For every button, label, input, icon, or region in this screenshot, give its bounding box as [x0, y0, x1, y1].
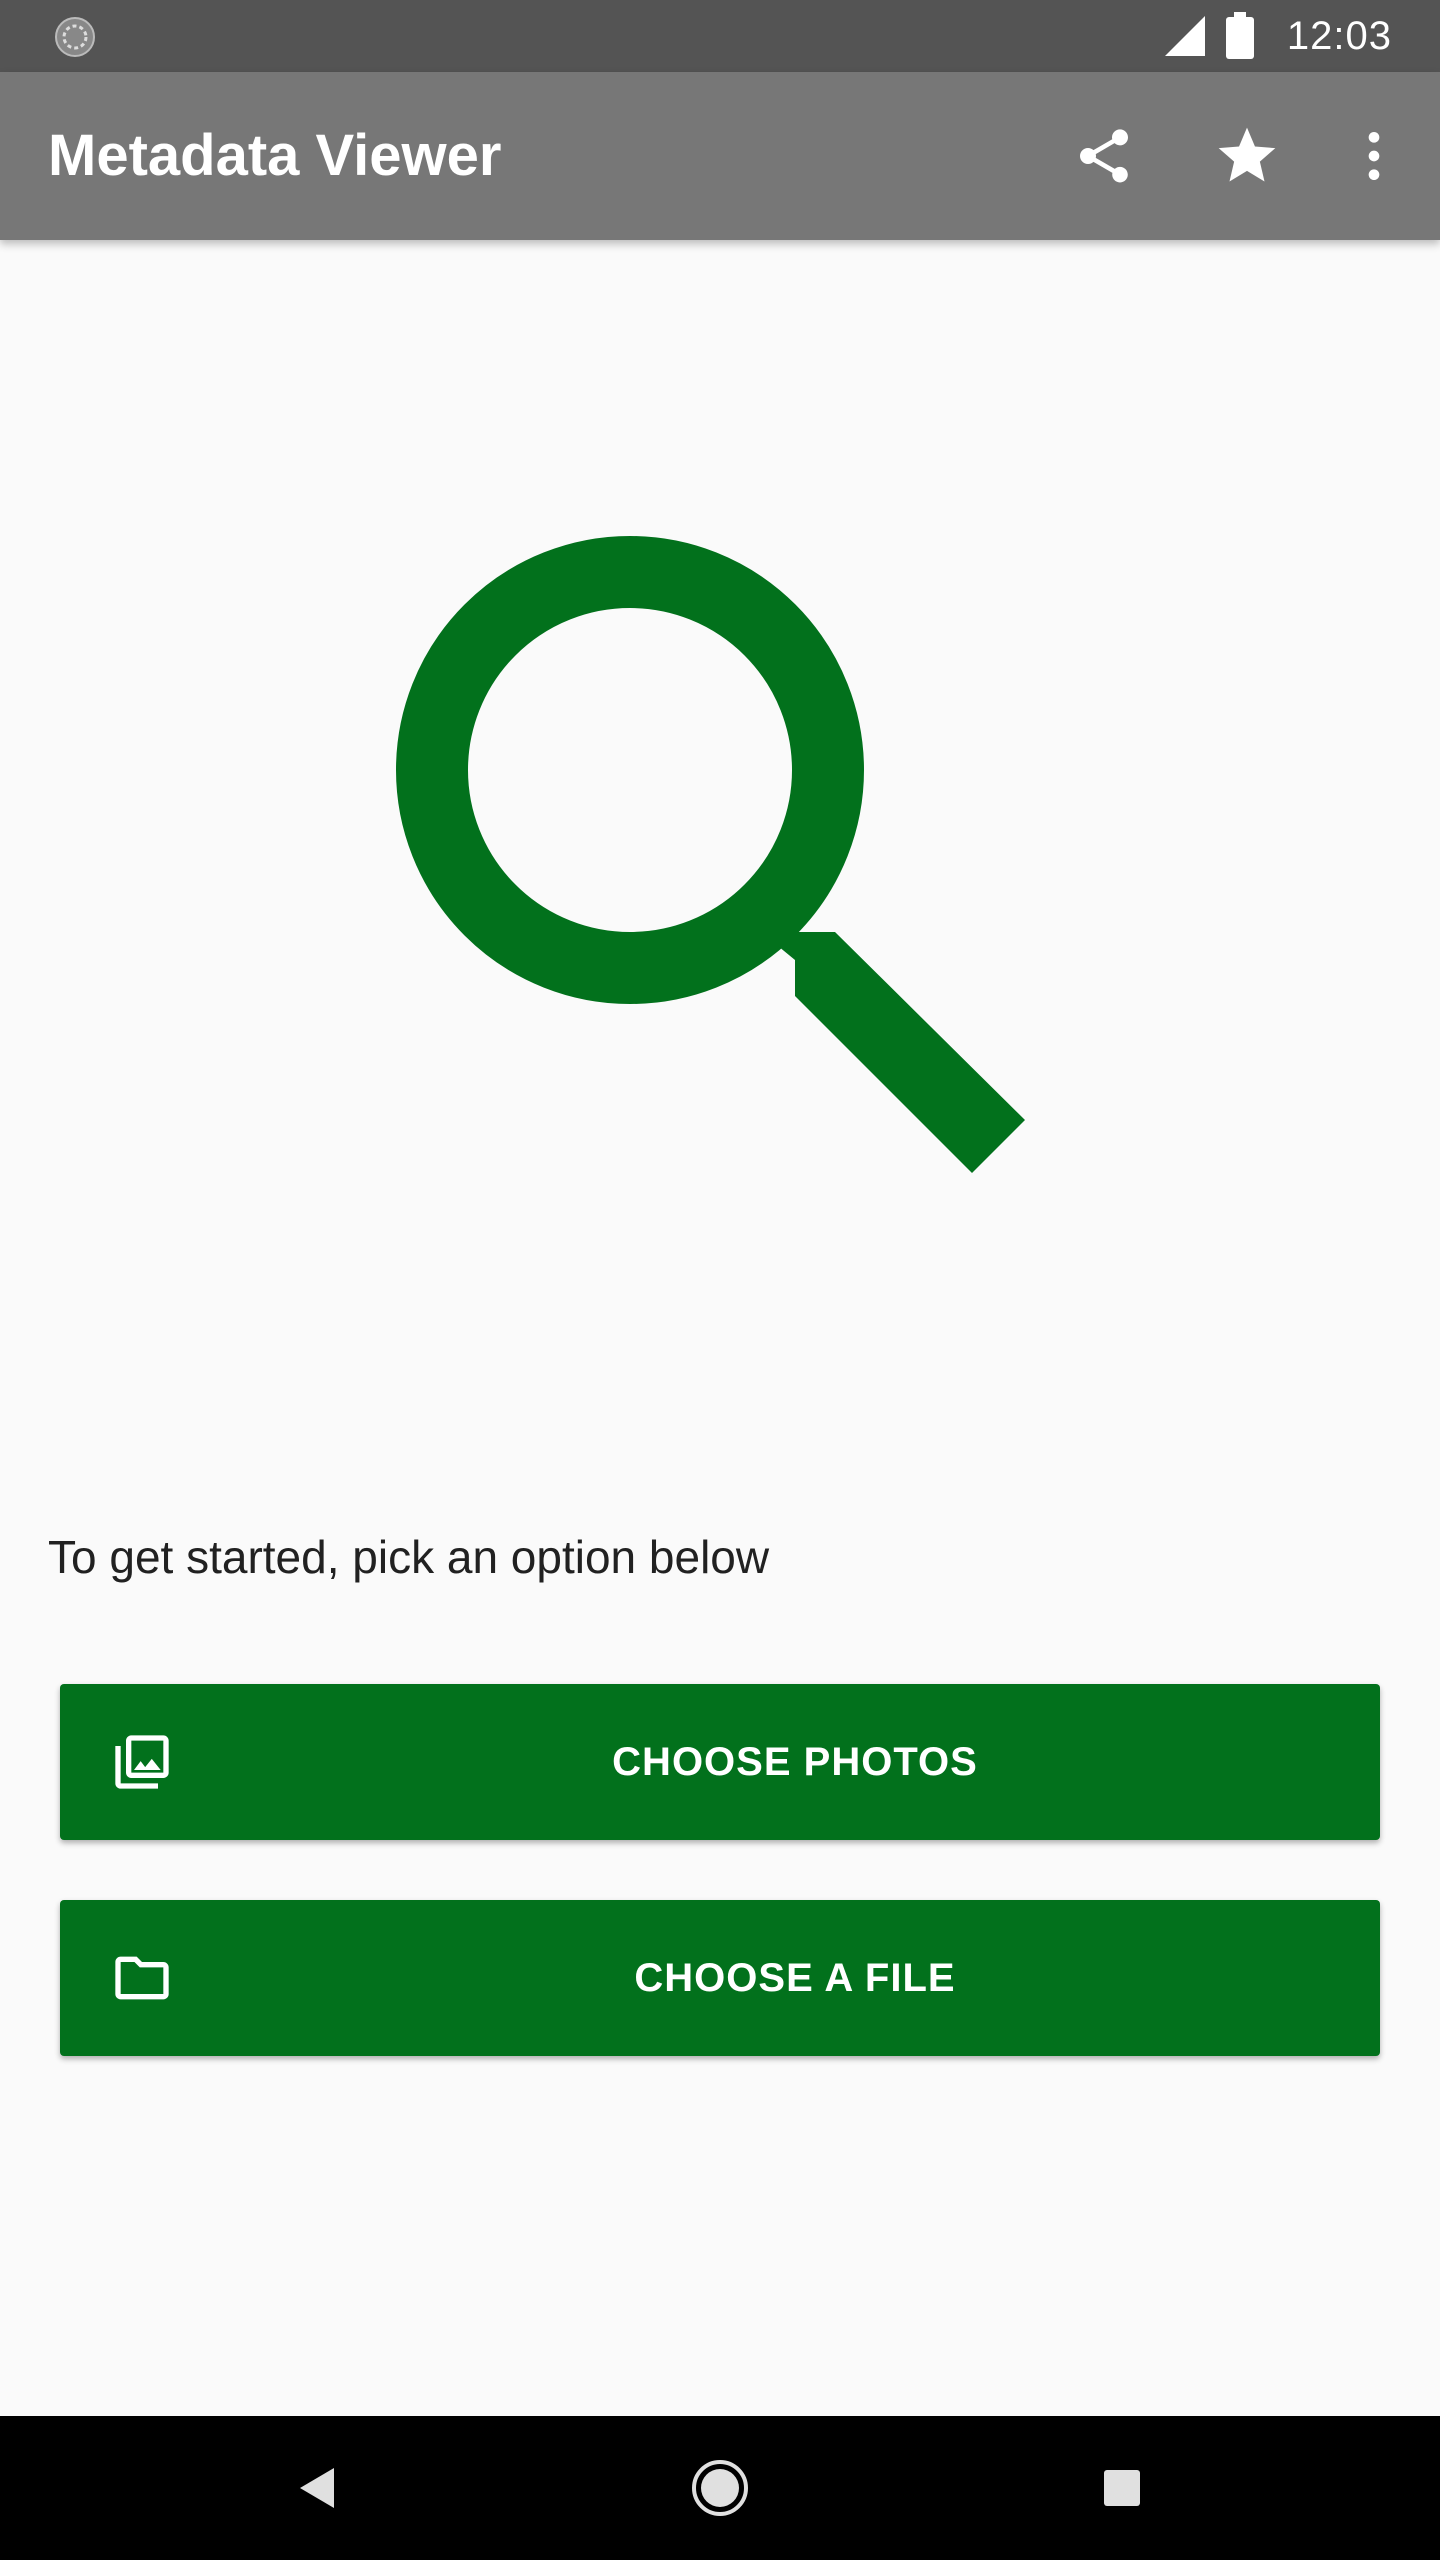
- home-button[interactable]: [684, 2452, 756, 2524]
- choose-file-label: CHOOSE A FILE: [634, 1956, 956, 2000]
- status-bar: 12:03: [0, 0, 1440, 72]
- back-button[interactable]: [280, 2452, 352, 2524]
- recents-icon: [1104, 2470, 1140, 2506]
- battery-icon: [1225, 12, 1255, 60]
- status-icons: 12:03: [1163, 0, 1392, 72]
- search-icon: [380, 520, 1040, 1180]
- more-vert-icon: [1368, 132, 1380, 180]
- overflow-menu-button[interactable]: [1330, 112, 1418, 200]
- choose-photos-button[interactable]: CHOOSE PHOTOS: [60, 1684, 1380, 1840]
- prompt-text: To get started, pick an option below: [48, 1531, 770, 1583]
- back-icon: [300, 2468, 334, 2508]
- choose-photos-label: CHOOSE PHOTOS: [612, 1740, 978, 1784]
- status-time: 12:03: [1286, 13, 1392, 58]
- star-icon: [1218, 127, 1276, 182]
- signal-icon: [1163, 14, 1207, 58]
- recents-button[interactable]: [1086, 2452, 1158, 2524]
- favorite-button[interactable]: [1203, 112, 1291, 200]
- app-title: Metadata Viewer: [48, 123, 502, 188]
- app-bar: Metadata Viewer: [0, 72, 1440, 240]
- navigation-bar: [0, 2416, 1440, 2560]
- share-icon: [1080, 129, 1128, 183]
- sync-icon: [54, 16, 96, 58]
- home-icon: [692, 2460, 748, 2516]
- choose-file-button[interactable]: CHOOSE A FILE: [60, 1900, 1380, 2056]
- share-button[interactable]: [1060, 112, 1148, 200]
